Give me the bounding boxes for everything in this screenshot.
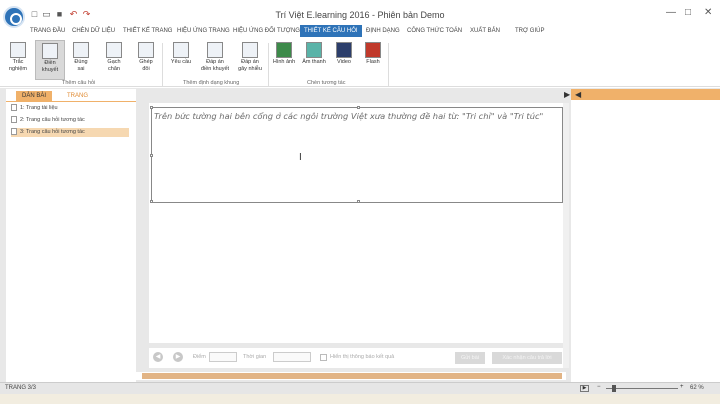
status-bar: TRANG 3/3 ▶ − + 62 % xyxy=(0,382,720,394)
requirement-button[interactable]: Yêu cầu xyxy=(167,42,195,66)
ribbon-tabs: TRANG ĐẦU CHÈN DỮ LIỆU THIẾT KẾ TRANG HI… xyxy=(25,25,715,37)
tab-chen-du-lieu[interactable]: CHÈN DỮ LIỆU xyxy=(72,25,115,37)
group-label-format: Thêm định dạng khung xyxy=(183,80,240,86)
flash-icon xyxy=(365,42,381,58)
true-false-button[interactable]: Đúng sai xyxy=(70,42,92,73)
audio-icon xyxy=(306,42,322,58)
zoom-slider-thumb[interactable] xyxy=(612,385,616,392)
score-label: Điểm xyxy=(193,354,206,360)
tab-cong-thuc-toan[interactable]: CÔNG THỨC TOÁN xyxy=(407,25,462,37)
outline-item-selected[interactable]: 3: Trang câu hỏi tương tác xyxy=(11,128,129,137)
zoom-slider[interactable] xyxy=(606,388,678,389)
title-bar: □ ▭ ■ ↶ ↷ Trí Việt E.learning 2016 - Phi… xyxy=(0,0,720,28)
outline-item[interactable]: 2: Trang câu hỏi tương tác xyxy=(11,116,129,125)
maximize-icon[interactable]: □ xyxy=(685,7,691,18)
underline-icon xyxy=(106,42,122,58)
question-bottom-bar: ◀ ▶ Điểm Thời gian Hiển thị thông báo kế… xyxy=(149,348,563,368)
submit-button[interactable]: Gửi bài xyxy=(455,352,485,364)
outline-item[interactable]: 1: Trang tài liệu xyxy=(11,104,129,113)
multiple-choice-icon xyxy=(10,42,26,58)
distractor-button[interactable]: Đáp án gây nhiễu xyxy=(236,42,264,73)
show-result-checkbox[interactable] xyxy=(320,354,327,361)
tab-xuat-ban[interactable]: XUẤT BẢN xyxy=(470,25,500,37)
horizontal-scroll-thumb[interactable] xyxy=(142,373,562,379)
ribbon-toolbar: Trắc nghiệm Điền khuyết Đúng sai Gạch chân G… xyxy=(0,37,720,87)
play-icon[interactable]: ▶ xyxy=(580,385,589,392)
page-indicator: TRANG 3/3 xyxy=(5,385,37,391)
tab-hieu-ung-trang[interactable]: HIỆU ỨNG TRANG xyxy=(177,25,230,37)
tab-page[interactable]: TRANG xyxy=(61,91,94,101)
group-label-add-question: Thêm câu hỏi xyxy=(62,80,96,86)
confirm-answer-button[interactable]: Xác nhận câu trả lời xyxy=(492,352,562,364)
tab-dinh-dang[interactable]: ĐỊNH DẠNG xyxy=(366,25,400,37)
vertical-scrollbar[interactable] xyxy=(563,103,569,368)
bottom-strip xyxy=(0,394,720,404)
video-icon xyxy=(336,42,352,58)
tab-thiet-ke-cau-hoi[interactable]: THIẾT KẾ CÂU HỎI xyxy=(300,25,362,37)
tab-tro-giup[interactable]: TRỢ GIÚP xyxy=(515,25,544,37)
zoom-in-icon[interactable]: + xyxy=(680,384,684,390)
tab-outline[interactable]: DÀN BÀI xyxy=(16,91,53,101)
time-label: Thời gian xyxy=(243,354,267,360)
tab-trang-dau[interactable]: TRANG ĐẦU xyxy=(30,25,65,37)
prev-icon[interactable]: ◀ xyxy=(153,352,163,362)
underline-button[interactable]: Gạch chân xyxy=(103,42,125,73)
video-button[interactable]: Video xyxy=(332,42,356,66)
group-label-interaction: Chèn tương tác xyxy=(307,80,346,86)
fill-answer-icon xyxy=(207,42,223,58)
page-icon xyxy=(11,116,17,124)
audio-button[interactable]: Âm thanh xyxy=(300,42,328,66)
fill-answer-button[interactable]: Đáp án điền khuyết xyxy=(198,42,232,73)
tab-hieu-ung-doi-tuong[interactable]: HIỆU ỨNG ĐỐI TƯỢNG xyxy=(233,25,300,37)
multiple-choice-button[interactable]: Trắc nghiệm xyxy=(5,42,31,73)
image-icon xyxy=(276,42,292,58)
page-icon xyxy=(11,128,17,136)
collapse-arrow-icon[interactable]: ◀ xyxy=(575,90,581,99)
question-text-box[interactable]: Trên bức tường hai bên cổng ở các ngôi t… xyxy=(150,106,564,203)
time-field[interactable] xyxy=(273,352,311,362)
window-title: Trí Việt E.learning 2016 - Phiên bản Dem… xyxy=(275,10,445,20)
true-false-icon xyxy=(73,42,89,58)
flash-button[interactable]: Flash xyxy=(362,42,384,66)
zoom-level: 62 % xyxy=(690,385,704,391)
score-field[interactable] xyxy=(209,352,237,362)
question-text[interactable]: Trên bức tường hai bên cổng ở các ngôi t… xyxy=(154,110,564,122)
right-panel: ◀ xyxy=(571,89,720,382)
matching-button[interactable]: Ghép đôi xyxy=(135,42,157,73)
minimize-icon[interactable]: — xyxy=(666,7,676,18)
zoom-out-icon[interactable]: − xyxy=(597,384,601,390)
right-panel-header: ◀ xyxy=(571,89,720,100)
fill-blank-button[interactable]: Điền khuyết xyxy=(35,40,65,80)
image-button[interactable]: Hình ảnh xyxy=(270,42,298,66)
show-result-label: Hiển thị thông báo kết quả xyxy=(330,354,395,360)
requirement-icon xyxy=(173,42,189,58)
outline-panel: DÀN BÀI TRANG 1: Trang tài liệu 2: Trang… xyxy=(6,89,136,382)
text-cursor-icon: I xyxy=(299,152,302,163)
fill-blank-icon xyxy=(42,43,58,59)
distractor-icon xyxy=(242,42,258,58)
page-icon xyxy=(11,104,17,112)
next-icon[interactable]: ▶ xyxy=(173,352,183,362)
matching-icon xyxy=(138,42,154,58)
close-icon[interactable]: ✕ xyxy=(704,7,712,18)
tab-thiet-ke-trang[interactable]: THIẾT KẾ TRANG xyxy=(123,25,172,37)
scroll-up-icon[interactable]: ▶ xyxy=(564,90,570,99)
